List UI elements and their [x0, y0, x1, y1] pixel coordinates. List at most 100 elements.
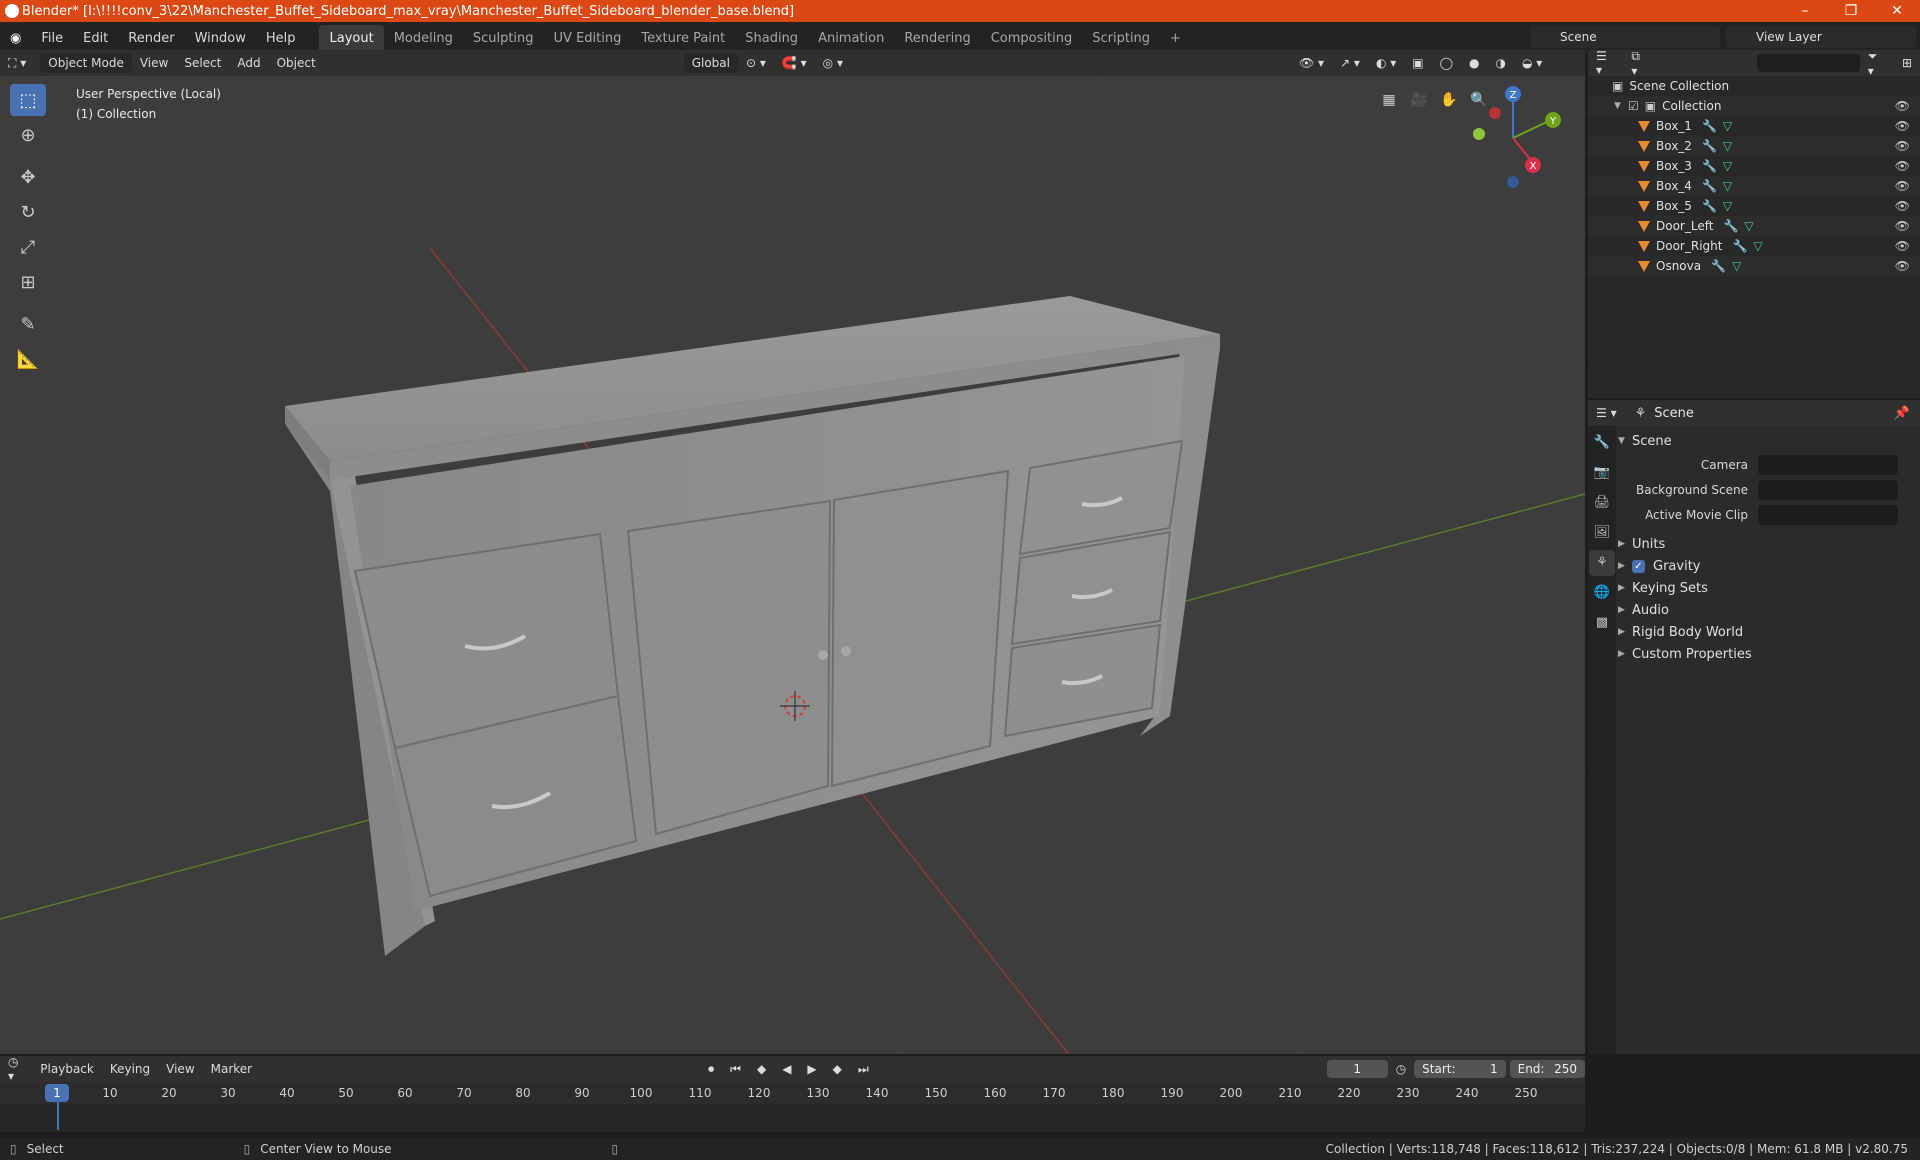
- eye-icon[interactable]: 👁: [1895, 139, 1910, 153]
- display-mode-icon[interactable]: ⧉ ▾: [1623, 49, 1656, 78]
- tab-shading[interactable]: Shading: [735, 25, 808, 52]
- outliner-object-row[interactable]: Box_4 🔧 ▽ 👁: [1588, 176, 1920, 196]
- tab-uv-editing[interactable]: UV Editing: [544, 25, 632, 52]
- world-tab-icon[interactable]: 🌐: [1589, 580, 1615, 606]
- gizmo-toggle-icon[interactable]: ↗ ▾: [1332, 53, 1368, 73]
- properties-editor-type-icon[interactable]: ☰ ▾: [1588, 403, 1625, 423]
- maximize-button[interactable]: ❐: [1828, 0, 1874, 22]
- playhead-line[interactable]: [57, 1102, 59, 1130]
- measure-tool-icon[interactable]: 📐: [10, 343, 46, 375]
- render-tab-icon[interactable]: 📷: [1589, 460, 1615, 486]
- tab-animation[interactable]: Animation: [808, 25, 894, 52]
- playhead-frame-number[interactable]: 1: [45, 1084, 69, 1102]
- mode-dropdown[interactable]: Object Mode: [40, 53, 132, 73]
- tab-rendering[interactable]: Rendering: [894, 25, 980, 52]
- outliner-object-row[interactable]: Door_Left 🔧 ▽ 👁: [1588, 216, 1920, 236]
- modifier-icon[interactable]: 🔧: [1702, 119, 1717, 133]
- eye-icon[interactable]: 👁: [1895, 99, 1910, 113]
- mesh-data-icon[interactable]: ▽: [1744, 219, 1753, 233]
- prev-keyframe-icon[interactable]: ◆: [749, 1059, 774, 1079]
- play-icon[interactable]: ▶: [799, 1059, 824, 1079]
- outliner-editor-type-icon[interactable]: ☰ ▾: [1588, 49, 1623, 77]
- outliner-search-input[interactable]: [1756, 54, 1860, 72]
- frame-ruler[interactable]: 1 10 20 30 40 50 60 70 80 90 100 110 120 130 140 150 160…: [0, 1082, 1585, 1104]
- mesh-data-icon[interactable]: ▽: [1723, 139, 1732, 153]
- menu-object[interactable]: Object: [269, 53, 324, 73]
- snap-icon[interactable]: 🧲 ▾: [774, 53, 815, 73]
- eye-icon[interactable]: 👁: [1895, 199, 1910, 213]
- scene-selector[interactable]: Scene: [1530, 26, 1720, 48]
- mesh-data-icon[interactable]: ▽: [1723, 119, 1732, 133]
- units-panel-header[interactable]: ▶ Units: [1618, 533, 1918, 555]
- menu-edit[interactable]: Edit: [73, 31, 118, 46]
- camera-field[interactable]: [1758, 454, 1898, 475]
- cursor-tool-icon[interactable]: ⊕: [10, 119, 46, 151]
- eye-icon[interactable]: 👁: [1895, 219, 1910, 233]
- tab-sculpting[interactable]: Sculpting: [463, 25, 544, 52]
- outliner-object-row[interactable]: Box_3 🔧 ▽ 👁: [1588, 156, 1920, 176]
- output-tab-icon[interactable]: 🖨: [1589, 490, 1615, 516]
- next-keyframe-icon[interactable]: ◆: [825, 1059, 850, 1079]
- tab-texture-paint[interactable]: Texture Paint: [631, 25, 735, 52]
- audio-panel-header[interactable]: ▶ Audio: [1618, 599, 1918, 621]
- checkbox-icon[interactable]: ☑: [1628, 99, 1639, 113]
- eye-icon[interactable]: 👁: [1895, 259, 1910, 273]
- timeline-editor-type-icon[interactable]: ◷ ▾: [0, 1055, 32, 1083]
- eye-icon[interactable]: 👁: [1895, 239, 1910, 253]
- mesh-data-icon[interactable]: ▽: [1723, 179, 1732, 193]
- mesh-data-icon[interactable]: ▽: [1753, 239, 1762, 253]
- modifier-icon[interactable]: 🔧: [1732, 239, 1747, 253]
- timeline-area[interactable]: 1 10 20 30 40 50 60 70 80 90 100 110 120 130 140 150 160…: [0, 1082, 1585, 1132]
- overlay-toggle-icon[interactable]: ◐ ▾: [1368, 53, 1404, 73]
- menu-render[interactable]: Render: [118, 31, 184, 46]
- background-scene-field[interactable]: [1758, 479, 1898, 500]
- annotate-tool-icon[interactable]: ✎: [10, 308, 46, 340]
- shading-rendered-icon[interactable]: ◒ ▾: [1514, 53, 1550, 73]
- current-frame-field[interactable]: 1: [1326, 1060, 1388, 1078]
- mesh-data-icon[interactable]: ▽: [1732, 259, 1741, 273]
- menu-select[interactable]: Select: [176, 53, 229, 73]
- tab-modeling[interactable]: Modeling: [384, 25, 463, 52]
- move-tool-icon[interactable]: ✥: [10, 161, 46, 193]
- menu-view[interactable]: View: [132, 53, 176, 73]
- pivot-icon[interactable]: ⊙ ▾: [738, 53, 774, 73]
- menu-window[interactable]: Window: [185, 31, 256, 46]
- grid-view-icon[interactable]: ▦: [1375, 86, 1403, 114]
- rotate-tool-icon[interactable]: ↻: [10, 196, 46, 228]
- outliner-object-row[interactable]: Box_5 🔧 ▽ 👁: [1588, 196, 1920, 216]
- modifier-icon[interactable]: 🔧: [1702, 199, 1717, 213]
- xray-icon[interactable]: ▣: [1404, 53, 1431, 73]
- tab-compositing[interactable]: Compositing: [981, 25, 1083, 52]
- outliner-scene-collection[interactable]: ▣ Scene Collection: [1588, 76, 1920, 96]
- rigid-body-world-panel-header[interactable]: ▶ Rigid Body World: [1618, 621, 1918, 643]
- menu-file[interactable]: File: [31, 31, 73, 46]
- view-layer-tab-icon[interactable]: 🖼: [1589, 520, 1615, 546]
- outliner-collection[interactable]: ▼ ☑ ▣ Collection 👁: [1588, 96, 1920, 116]
- menu-help[interactable]: Help: [256, 31, 306, 46]
- eye-icon[interactable]: 👁: [1895, 119, 1910, 133]
- close-button[interactable]: ✕: [1874, 0, 1920, 22]
- eye-icon[interactable]: 👁: [1895, 159, 1910, 173]
- modifier-icon[interactable]: 🔧: [1702, 139, 1717, 153]
- mesh-data-icon[interactable]: ▽: [1723, 159, 1732, 173]
- new-collection-icon[interactable]: ⊞: [1894, 53, 1920, 73]
- outliner-object-row[interactable]: Osnova 🔧 ▽ 👁: [1588, 256, 1920, 276]
- record-button-icon[interactable]: ⏺: [700, 1059, 722, 1079]
- outliner-object-row[interactable]: Door_Right 🔧 ▽ 👁: [1588, 236, 1920, 256]
- active-movie-clip-field[interactable]: [1758, 504, 1898, 525]
- custom-properties-panel-header[interactable]: ▶ Custom Properties: [1618, 643, 1918, 665]
- menu-marker[interactable]: Marker: [203, 1059, 260, 1079]
- jump-start-icon[interactable]: ⏮: [722, 1059, 749, 1079]
- menu-keying[interactable]: Keying: [102, 1059, 158, 1079]
- tab-layout[interactable]: Layout: [319, 24, 384, 52]
- navigation-gizmo[interactable]: Z Y X: [1453, 78, 1573, 198]
- orientation-dropdown[interactable]: Global: [683, 53, 738, 73]
- select-box-tool-icon[interactable]: ⬚: [10, 84, 46, 116]
- visibility-icon[interactable]: 👁 ▾: [1291, 53, 1332, 73]
- camera-view-icon[interactable]: 🎥: [1405, 86, 1433, 114]
- expand-arrow-icon[interactable]: ▼: [1614, 101, 1628, 111]
- 3d-viewport[interactable]: ⬚ ⊕ ✥ ↻ ⤢ ⊞ ✎ 📐 User Perspective (Local)…: [0, 76, 1585, 1054]
- pin-icon[interactable]: 📌: [1894, 406, 1910, 421]
- gravity-checkbox[interactable]: ✓: [1632, 559, 1645, 573]
- scale-tool-icon[interactable]: ⤢: [10, 231, 46, 263]
